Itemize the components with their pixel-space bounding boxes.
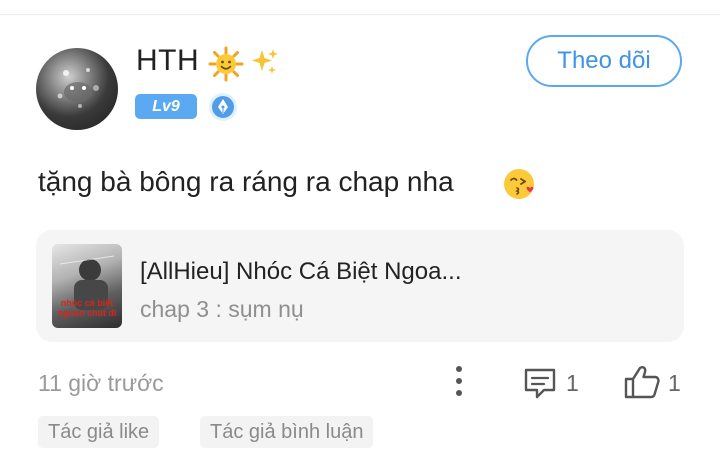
chapter-card-title[interactable]: [AllHieu] Nhóc Cá Biệt Ngoa... <box>140 258 461 286</box>
chapter-card-subtitle: chap 3 : sụm nụ <box>140 296 304 322</box>
like-count: 1 <box>668 370 681 396</box>
follow-button[interactable]: Theo dõi <box>526 35 682 87</box>
level-badge: Lv9 <box>135 94 197 119</box>
avatar-image <box>57 68 99 108</box>
chapter-card[interactable]: nhóc cá biệt ngoan chút đi [AllHieu] Nhó… <box>36 230 684 342</box>
sparkles-emoji-icon <box>252 49 278 74</box>
kissing-heart-emoji-icon <box>504 169 534 199</box>
comment-count: 1 <box>566 370 579 396</box>
cover-caption: nhóc cá biệt ngoan chút đi <box>57 298 117 318</box>
more-vertical-icon[interactable] <box>448 364 470 398</box>
comment-text: tặng bà bông ra ráng ra chap nha <box>38 166 454 197</box>
avatar[interactable] <box>36 48 118 130</box>
tag-author-like: Tác giả like <box>38 416 160 448</box>
sun-emoji-icon <box>208 46 244 82</box>
thumbs-up-icon[interactable] <box>622 364 662 400</box>
pen-nib-icon <box>209 93 237 121</box>
tag-author-comment: Tác giả bình luận <box>200 416 374 448</box>
timestamp: 11 giờ trước <box>38 370 164 396</box>
top-divider <box>0 14 720 15</box>
username[interactable]: HTH <box>136 44 199 78</box>
chapter-cover-image: nhóc cá biệt ngoan chút đi <box>52 244 122 328</box>
comment-icon[interactable] <box>522 366 558 400</box>
